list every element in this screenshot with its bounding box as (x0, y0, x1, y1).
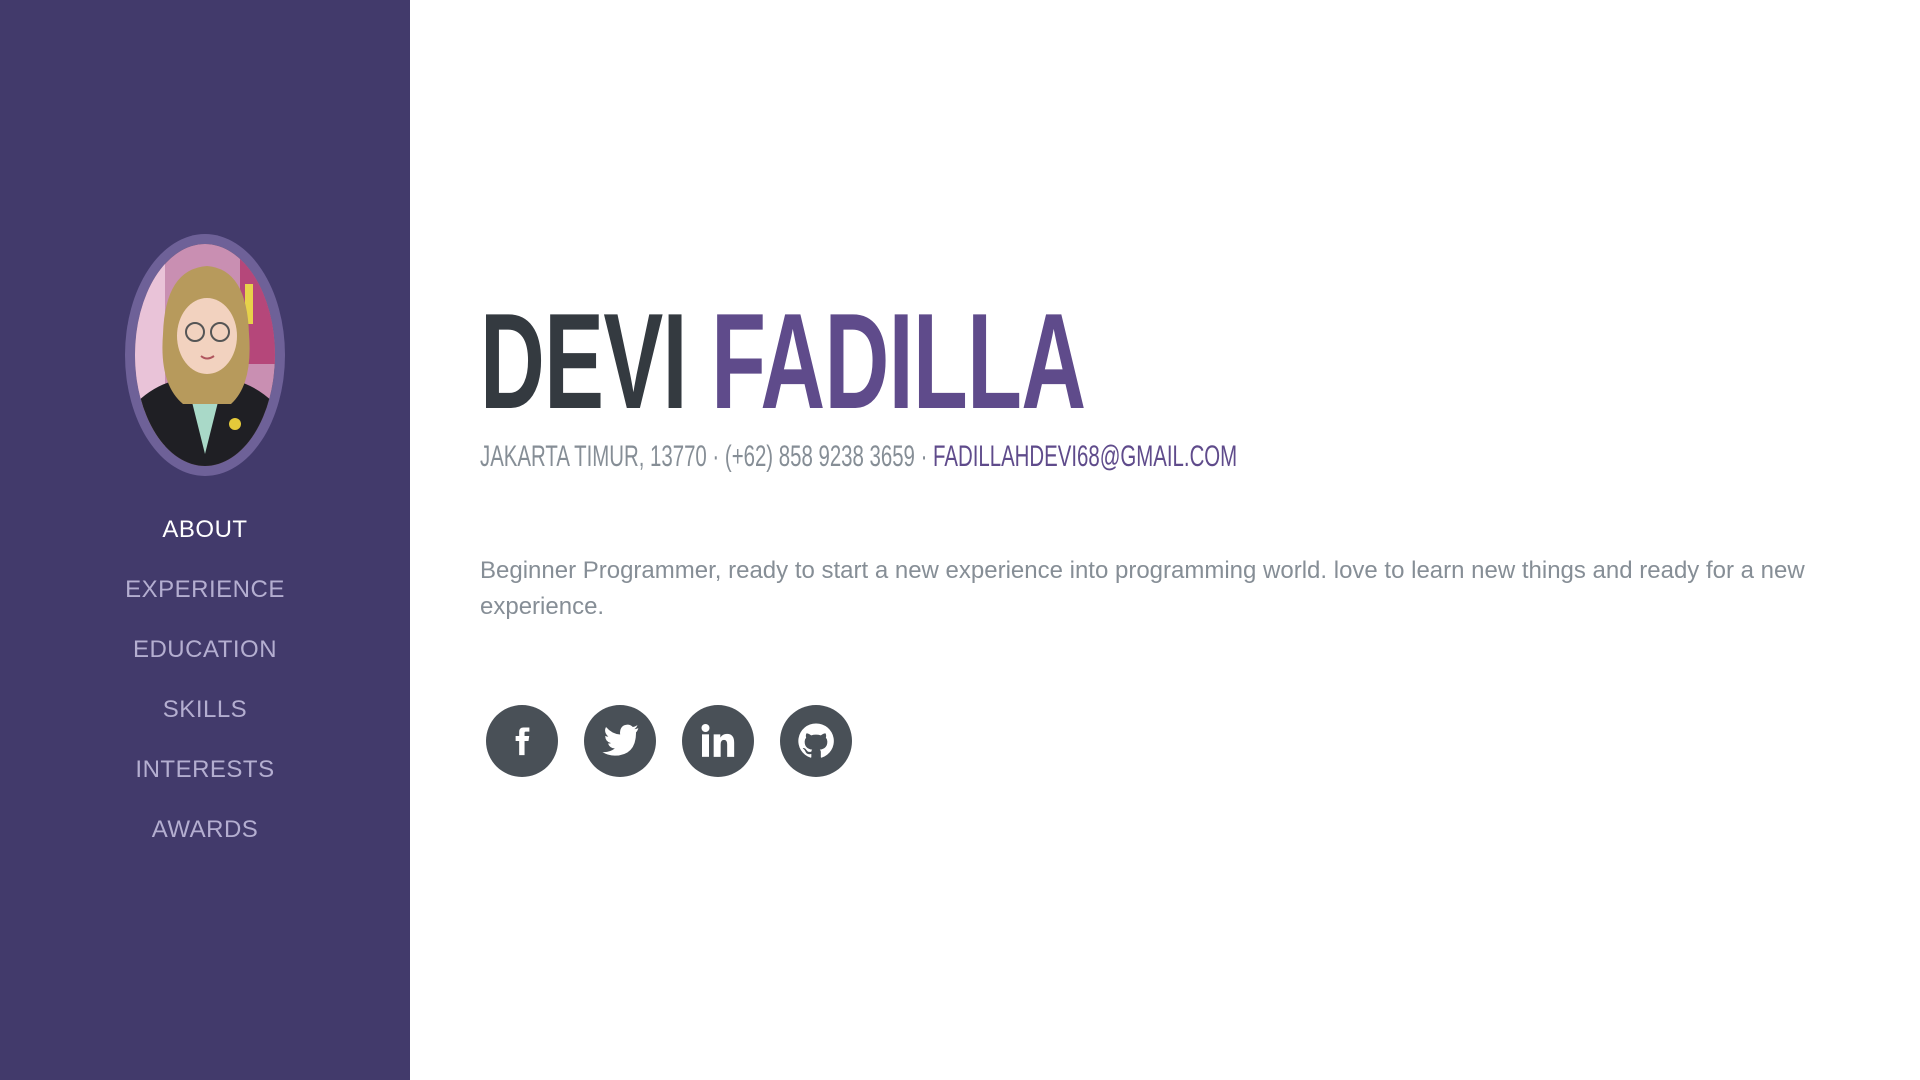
separator: · (706, 440, 725, 473)
first-name: DEVI (480, 285, 688, 437)
sidebar-nav: ABOUT EXPERIENCE EDUCATION SKILLS INTERE… (0, 510, 410, 870)
facebook-icon (515, 727, 530, 756)
nav-item-interests[interactable]: INTERESTS (0, 750, 410, 810)
address: JAKARTA TIMUR, 13770 (480, 440, 707, 473)
page-title: DEVI FADILLA (480, 293, 1086, 429)
social-icons (486, 705, 852, 777)
nav-item-skills[interactable]: SKILLS (0, 690, 410, 750)
sidebar: ABOUT EXPERIENCE EDUCATION SKILLS INTERE… (0, 0, 410, 1080)
nav-item-education[interactable]: EDUCATION (0, 630, 410, 690)
nav-item-awards[interactable]: AWARDS (0, 810, 410, 870)
avatar-frame (125, 234, 285, 476)
github-icon (798, 723, 834, 758)
facebook-button[interactable] (486, 705, 558, 777)
contact-line: JAKARTA TIMUR, 13770 · (+62) 858 9238 36… (480, 440, 1237, 474)
main-content: DEVI FADILLA JAKARTA TIMUR, 13770 · (+62… (480, 0, 1860, 1080)
linkedin-button[interactable] (682, 705, 754, 777)
twitter-icon (602, 724, 639, 756)
linkedin-icon (701, 724, 735, 757)
nav-item-experience[interactable]: EXPERIENCE (0, 570, 410, 630)
last-name: FADILLA (711, 285, 1086, 437)
avatar (135, 244, 275, 466)
github-button[interactable] (780, 705, 852, 777)
separator: · (914, 440, 934, 473)
twitter-button[interactable] (584, 705, 656, 777)
phone: (+62) 858 9238 3659 (724, 440, 915, 473)
nav-item-about[interactable]: ABOUT (0, 510, 410, 570)
email-link[interactable]: FADILLAHDEVI68@GMAIL.COM (933, 440, 1237, 473)
bio-text: Beginner Programmer, ready to start a ne… (480, 557, 1805, 620)
